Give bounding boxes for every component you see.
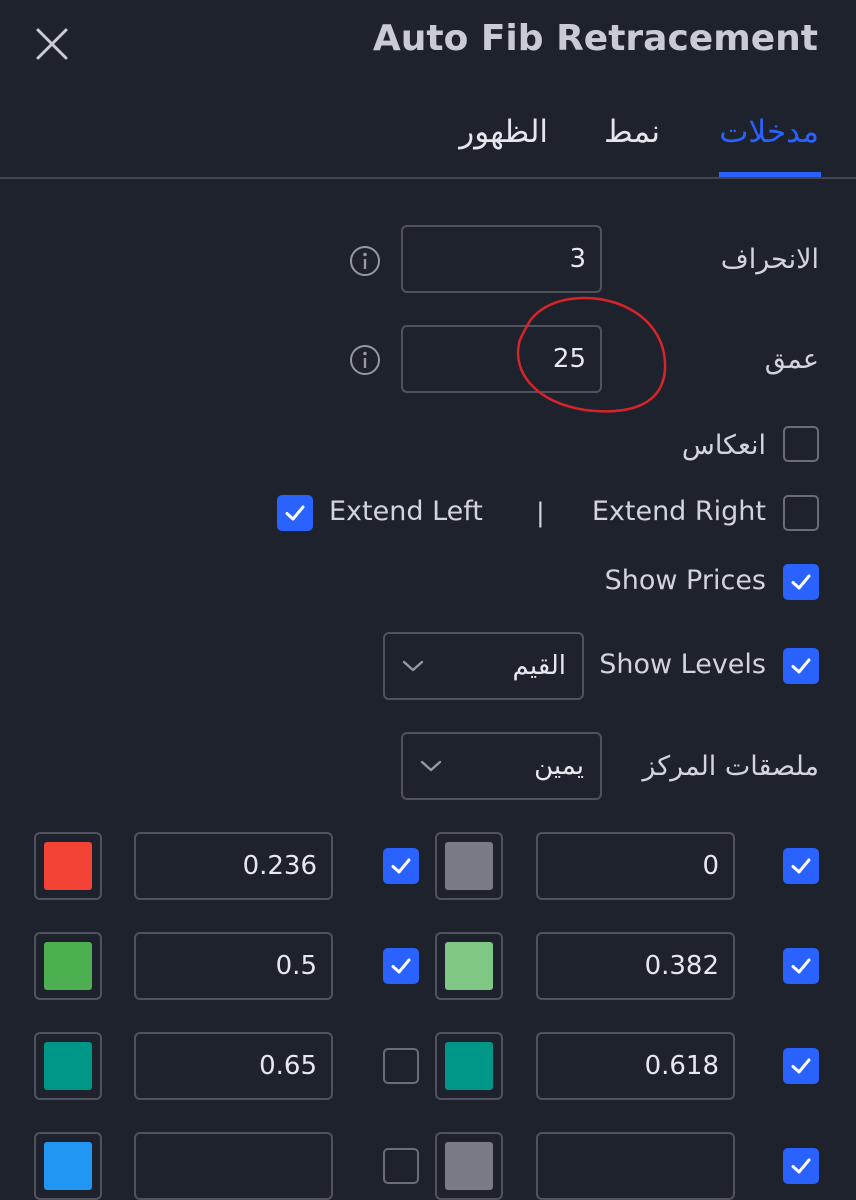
tab-visibility[interactable]: الظهور xyxy=(459,114,548,150)
extend-right-checkbox[interactable] xyxy=(783,495,819,531)
reverse-checkbox[interactable] xyxy=(783,426,819,462)
checkmark-icon xyxy=(391,858,411,874)
level-color-swatch xyxy=(445,1142,493,1190)
level-color-picker[interactable] xyxy=(34,932,102,1000)
tab-inputs[interactable]: مدخلات xyxy=(719,114,819,150)
checkmark-icon xyxy=(791,858,811,874)
level-color-swatch xyxy=(445,842,493,890)
show-levels-select[interactable]: القيم xyxy=(383,632,584,700)
deviation-info-icon[interactable] xyxy=(349,245,381,277)
show-levels-checkbox[interactable] xyxy=(783,648,819,684)
level-value-input[interactable]: 0.618 xyxy=(536,1032,735,1100)
labels-position-label: ملصقات المركز xyxy=(642,751,819,782)
level-value-input[interactable]: 0 xyxy=(536,832,735,900)
chevron-down-icon xyxy=(420,760,442,772)
depth-info-icon[interactable] xyxy=(349,344,381,376)
labels-position-select[interactable]: يمين xyxy=(401,732,602,800)
level-color-picker[interactable] xyxy=(34,1032,102,1100)
level-color-picker[interactable] xyxy=(34,832,102,900)
depth-label: عمق xyxy=(764,344,819,375)
deviation-label: الانحراف xyxy=(720,244,819,275)
tabs-divider xyxy=(0,177,856,179)
extend-left-label: Extend Left xyxy=(329,496,483,527)
extend-right-label: Extend Right xyxy=(591,496,766,527)
level-color-picker[interactable] xyxy=(435,932,503,1000)
show-prices-checkbox[interactable] xyxy=(783,564,819,600)
checkmark-icon xyxy=(285,505,305,521)
option-separator: | xyxy=(536,498,545,528)
level-color-swatch xyxy=(44,942,92,990)
level-color-swatch xyxy=(44,1142,92,1190)
show-levels-label: Show Levels xyxy=(599,649,766,680)
checkmark-icon xyxy=(791,1058,811,1074)
level-checkbox[interactable] xyxy=(783,1048,819,1084)
level-value-input[interactable] xyxy=(134,1132,333,1200)
level-value-input[interactable] xyxy=(536,1132,735,1200)
level-value-input[interactable]: 0.65 xyxy=(134,1032,333,1100)
level-color-swatch xyxy=(44,1042,92,1090)
reverse-label: انعكاس xyxy=(681,430,766,461)
extend-left-checkbox[interactable] xyxy=(277,495,313,531)
checkmark-icon xyxy=(791,574,811,590)
close-icon xyxy=(36,28,68,60)
annotation-circle xyxy=(516,296,667,413)
level-value-input[interactable]: 0.236 xyxy=(134,832,333,900)
level-color-swatch xyxy=(445,1042,493,1090)
level-color-picker[interactable] xyxy=(34,1132,102,1200)
level-color-swatch xyxy=(44,842,92,890)
level-checkbox[interactable] xyxy=(783,1148,819,1184)
checkmark-icon xyxy=(791,958,811,974)
level-color-picker[interactable] xyxy=(435,1032,503,1100)
show-levels-select-value: القيم xyxy=(512,651,566,681)
level-value-input[interactable]: 0.5 xyxy=(134,932,333,1000)
deviation-input[interactable]: 3 xyxy=(401,225,602,293)
close-button[interactable] xyxy=(30,22,74,66)
level-checkbox[interactable] xyxy=(383,848,419,884)
level-checkbox[interactable] xyxy=(383,948,419,984)
level-color-picker[interactable] xyxy=(435,832,503,900)
labels-position-select-value: يمين xyxy=(534,751,584,781)
show-prices-label: Show Prices xyxy=(604,565,766,596)
checkmark-icon xyxy=(791,1158,811,1174)
chevron-down-icon xyxy=(402,660,424,672)
level-color-swatch xyxy=(445,942,493,990)
level-value-input[interactable]: 0.382 xyxy=(536,932,735,1000)
dialog-title: Auto Fib Retracement xyxy=(372,18,818,59)
level-checkbox[interactable] xyxy=(383,1148,419,1184)
level-checkbox[interactable] xyxy=(783,948,819,984)
level-color-picker[interactable] xyxy=(435,1132,503,1200)
tab-style[interactable]: نمط xyxy=(604,114,660,150)
checkmark-icon xyxy=(791,658,811,674)
level-checkbox[interactable] xyxy=(383,1048,419,1084)
checkmark-icon xyxy=(391,958,411,974)
level-checkbox[interactable] xyxy=(783,848,819,884)
